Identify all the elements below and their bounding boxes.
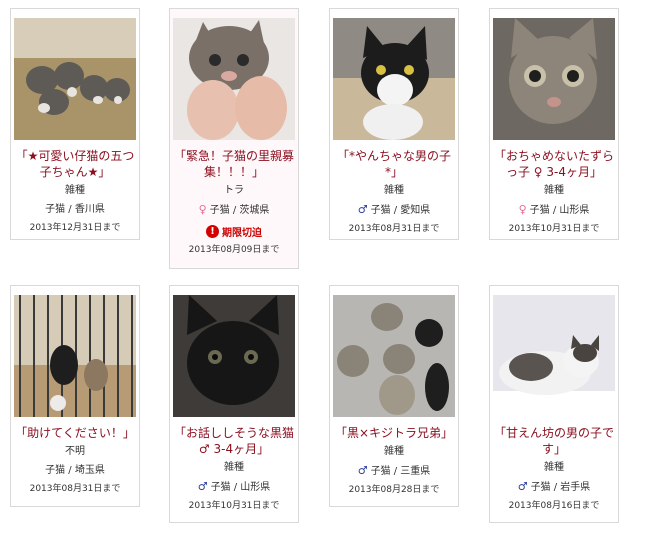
separator: /: [390, 466, 401, 477]
card-prefecture: 茨城県: [239, 205, 270, 216]
card-info: ♀ 子猫 / 茨城県: [170, 203, 298, 218]
separator: /: [230, 482, 241, 493]
separator: /: [390, 205, 401, 216]
card-prefecture: 香川県: [74, 204, 105, 215]
female-icon: ♀: [518, 203, 527, 216]
card-breed: 不明: [65, 446, 85, 457]
pet-card-4[interactable]: 「おちゃめないたずらっ子 ♀ 3-4ヶ月」 雑種 ♀ 子猫 / 山形県 2013年…: [489, 8, 619, 240]
card-prefecture: 埼玉県: [74, 465, 105, 476]
card-breed: 雑種: [384, 185, 404, 196]
card-title[interactable]: 「★可愛い仔猫の五つ子ちゃん★」: [15, 148, 135, 180]
male-icon: ♂: [517, 480, 528, 493]
male-icon: ♂: [357, 464, 368, 477]
card-breed: 雑種: [384, 446, 404, 457]
card-info: ♂ 子猫 / 岩手県: [490, 480, 618, 495]
card-title[interactable]: 「お話ししそうな黒猫♂ 3-4ヶ月」: [174, 425, 294, 457]
card-prefecture: 山形県: [240, 482, 271, 493]
urgent-badge: ! 期限切迫: [170, 224, 298, 239]
card-title[interactable]: 「緊急！子猫の里親募集！！！」: [174, 148, 294, 180]
card-title[interactable]: 「甘えん坊の男の子です」: [494, 425, 614, 457]
separator: /: [229, 205, 240, 216]
urgent-label: 期限切迫: [222, 228, 262, 239]
pet-photo[interactable]: [333, 18, 455, 140]
pet-photo[interactable]: [14, 18, 136, 140]
card-breed: 雑種: [544, 462, 564, 473]
card-deadline: 2013年08月09日まで: [188, 245, 280, 255]
pet-card-2[interactable]: 「緊急！子猫の里親募集！！！」 トラ ♀ 子猫 / 茨城県 ! 期限切迫 2013年…: [169, 8, 299, 269]
card-age: 子猫: [45, 465, 66, 476]
alert-icon: !: [206, 225, 219, 238]
card-info: 子猫 / 香川県: [11, 203, 139, 217]
card-age: 子猫: [370, 466, 391, 477]
separator: /: [550, 482, 561, 493]
male-icon: ♂: [197, 480, 208, 493]
card-breed: 雑種: [65, 185, 85, 196]
card-deadline: 2013年08月31日まで: [348, 224, 440, 234]
card-deadline: 2013年08月28日まで: [348, 485, 440, 495]
pet-card-1[interactable]: 「★可愛い仔猫の五つ子ちゃん★」 雑種 子猫 / 香川県 2013年12月31日…: [10, 8, 140, 240]
card-title[interactable]: 「助けてください！」: [15, 425, 135, 441]
card-prefecture: 山形県: [559, 205, 590, 216]
card-deadline: 2013年08月16日まで: [508, 501, 600, 511]
separator: /: [65, 465, 75, 476]
card-title[interactable]: 「黒×キジトラ兄弟」: [334, 425, 454, 441]
card-breed: トラ: [224, 185, 244, 196]
card-prefecture: 愛知県: [400, 205, 431, 216]
separator: /: [549, 205, 560, 216]
pet-card-5[interactable]: 「助けてください！」 不明 子猫 / 埼玉県 2013年08月31日まで: [10, 285, 140, 507]
pet-card-7[interactable]: 「黒×キジトラ兄弟」 雑種 ♂ 子猫 / 三重県 2013年08月28日まで: [329, 285, 459, 507]
pet-photo[interactable]: [493, 295, 615, 417]
card-title[interactable]: 「*やんちゃな男の子*」: [334, 148, 454, 180]
card-breed: 雑種: [544, 185, 564, 196]
pet-photo[interactable]: [173, 295, 295, 417]
separator: /: [65, 204, 75, 215]
pet-card-8[interactable]: 「甘えん坊の男の子です」 雑種 ♂ 子猫 / 岩手県 2013年08月16日まで: [489, 285, 619, 523]
card-info: ♂ 子猫 / 三重県: [330, 464, 458, 479]
card-info: ♂ 子猫 / 愛知県: [330, 203, 458, 218]
card-deadline: 2013年10月31日まで: [508, 224, 600, 234]
card-prefecture: 岩手県: [560, 482, 591, 493]
card-info: 子猫 / 埼玉県: [11, 464, 139, 478]
card-age: 子猫: [529, 205, 550, 216]
card-breed: 雑種: [224, 462, 244, 473]
card-deadline: 2013年12月31日まで: [29, 223, 121, 233]
card-age: 子猫: [45, 204, 66, 215]
pet-photo[interactable]: [173, 18, 295, 140]
card-deadline: 2013年08月31日まで: [29, 484, 121, 494]
pet-photo[interactable]: [493, 18, 615, 140]
card-age: 子猫: [209, 205, 230, 216]
card-prefecture: 三重県: [400, 466, 431, 477]
pet-card-6[interactable]: 「お話ししそうな黒猫♂ 3-4ヶ月」 雑種 ♂ 子猫 / 山形県 2013年10月…: [169, 285, 299, 523]
card-age: 子猫: [530, 482, 551, 493]
pet-card-3[interactable]: 「*やんちゃな男の子*」 雑種 ♂ 子猫 / 愛知県 2013年08月31日まで: [329, 8, 459, 240]
male-icon: ♂: [357, 203, 368, 216]
card-deadline: 2013年10月31日まで: [188, 501, 280, 511]
female-icon: ♀: [198, 203, 207, 216]
card-info: ♀ 子猫 / 山形県: [490, 203, 618, 218]
card-age: 子猫: [370, 205, 391, 216]
pet-photo[interactable]: [14, 295, 136, 417]
card-title[interactable]: 「おちゃめないたずらっ子 ♀ 3-4ヶ月」: [494, 148, 614, 180]
pet-photo[interactable]: [333, 295, 455, 417]
card-age: 子猫: [210, 482, 231, 493]
card-info: ♂ 子猫 / 山形県: [170, 480, 298, 495]
